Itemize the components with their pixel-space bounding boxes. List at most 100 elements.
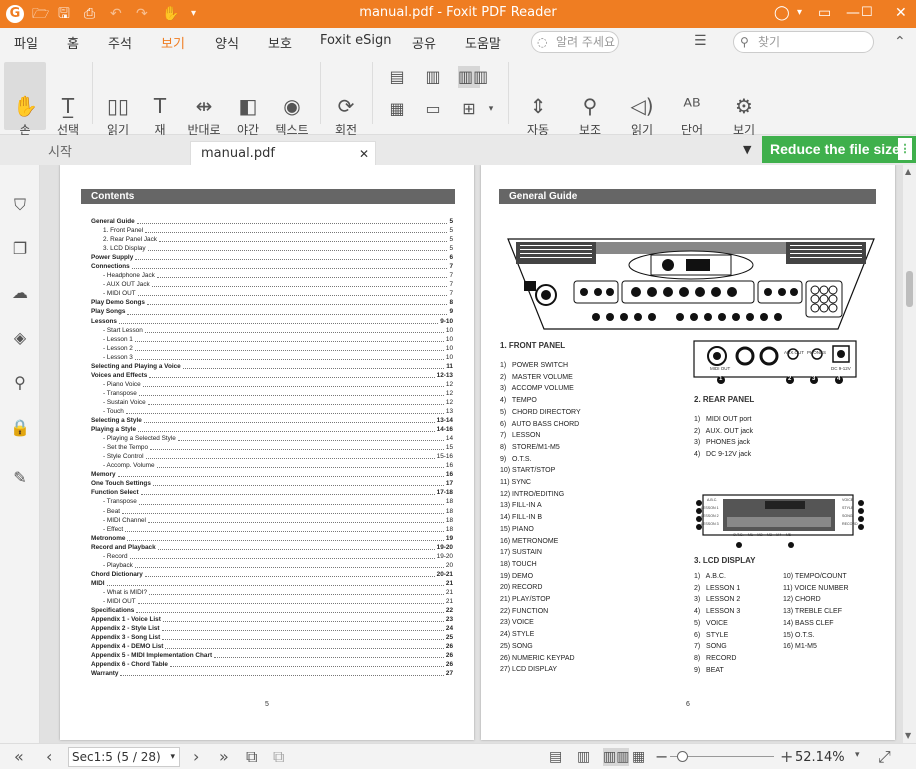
rear-panel-title: 2. REAR PANEL: [694, 395, 755, 404]
toc-entry: - Beat 18: [91, 507, 453, 516]
toc-entry: Appendix 6 - Chord Table 26: [91, 660, 453, 669]
reduce-file-size-banner[interactable]: Reduce the file size ⋮: [762, 136, 916, 163]
comments-icon[interactable]: ☁: [10, 283, 30, 303]
toc-entry: - What is MIDI? 21: [91, 588, 453, 597]
menu-help[interactable]: 도움말: [465, 33, 501, 52]
pages-icon[interactable]: ❐: [10, 239, 30, 259]
book-icon: ▯▯: [106, 94, 129, 118]
menu-file[interactable]: 파일: [14, 33, 38, 52]
split-view-dropdown-icon[interactable]: ▾: [480, 98, 502, 120]
continuous-facing-icon[interactable]: ▦: [386, 98, 408, 120]
night-mode-icon: ◧: [238, 94, 258, 118]
facing-page-icon[interactable]: ▥▥: [458, 66, 488, 88]
toc-leader-dots: [127, 307, 448, 315]
bookmark-icon[interactable]: ⛉: [10, 195, 30, 215]
status-single-page-icon[interactable]: ▤: [549, 748, 562, 766]
toc-entry: Appendix 4 - DEMO List 26: [91, 642, 453, 651]
split-view-icon[interactable]: ⊞: [458, 98, 480, 120]
front-panel-item: 3) ACCOMP VOLUME: [500, 385, 574, 393]
restore-ribbon-icon[interactable]: ▭: [818, 3, 831, 23]
zoom-slider-thumb[interactable]: [677, 751, 688, 762]
lcd-label-abc: A.B.C.: [707, 498, 718, 502]
menu-view[interactable]: 보기: [161, 33, 185, 58]
last-page-icon[interactable]: »: [219, 748, 229, 766]
zoom-in-icon[interactable]: +: [780, 748, 793, 766]
fullscreen-icon[interactable]: ⤢: [878, 748, 891, 766]
hand-icon: ✋: [13, 94, 38, 118]
account-dropdown-icon[interactable]: ▾: [797, 3, 802, 23]
menu-form[interactable]: 양식: [215, 33, 239, 52]
status-continuous-facing-icon[interactable]: ▦: [632, 748, 645, 766]
toc-entry-title: Record and Playback: [91, 543, 156, 551]
toc-leader-dots: [138, 425, 435, 433]
previous-page-icon[interactable]: ‹: [46, 748, 52, 766]
scrollbar-thumb[interactable]: [906, 271, 913, 307]
toc-entry-title: - Set the Tempo: [103, 444, 148, 452]
pdf-page-5: Contents General Guide 5 1. Front Panel 5 2.…: [60, 165, 474, 740]
menu-share[interactable]: 공유: [412, 33, 436, 52]
maximize-button[interactable]: ☐: [861, 3, 873, 23]
toc-entry: Function Select 17-18: [91, 488, 453, 497]
zoom-out-icon[interactable]: −: [655, 748, 668, 766]
menu-foxit-esign[interactable]: Foxit eSign: [320, 33, 391, 48]
toc-entry: Connections 7: [91, 262, 453, 271]
find-input[interactable]: ⚲ 찾기: [733, 31, 874, 53]
tell-me-input[interactable]: ◌ 알려 주세요: [531, 31, 619, 53]
minimize-button[interactable]: —: [846, 3, 860, 23]
toc-entry-title: Function Select: [91, 489, 139, 497]
first-page-icon[interactable]: «: [14, 748, 24, 766]
tab-start[interactable]: 시작: [38, 141, 188, 165]
toc-leader-dots: [169, 660, 444, 668]
toc-entry-page: 21: [445, 588, 453, 596]
hand-tool-button[interactable]: ✋손 도구: [4, 62, 46, 153]
toc-entry: 3. LCD Display 5: [91, 244, 453, 253]
previous-view-icon[interactable]: ⧉: [246, 748, 257, 766]
toc-entry-page: 24: [445, 625, 453, 633]
scroll-up-icon[interactable]: ▲: [905, 167, 911, 176]
cover-page-icon[interactable]: ▭: [422, 98, 444, 120]
toc-entry-page: 5: [449, 227, 453, 235]
toc-entry-page: 12-13: [436, 371, 453, 379]
search-options-icon[interactable]: ☰: [694, 33, 707, 49]
menu-comment[interactable]: 주석: [108, 33, 132, 52]
signature-icon[interactable]: ✎: [10, 468, 30, 488]
toc-entry: - Piano Voice 12: [91, 380, 453, 389]
page-dropdown-icon[interactable]: ▾: [170, 748, 175, 766]
front-panel-item: 23) VOICE: [500, 619, 534, 627]
front-panel-item: 22) FUNCTION: [500, 607, 549, 615]
reflow-icon: T: [153, 94, 167, 118]
toc-leader-dots: [125, 525, 444, 532]
single-page-icon[interactable]: ▤: [386, 66, 408, 88]
collapse-ribbon-icon[interactable]: ⌃: [894, 34, 906, 50]
toc-leader-dots: [146, 298, 448, 306]
zoom-dropdown-icon[interactable]: ▾: [855, 750, 860, 760]
tab-manual-pdf[interactable]: manual.pdf ✕: [190, 141, 376, 165]
menu-protect[interactable]: 보호: [268, 33, 292, 52]
search-icon: ⚲: [740, 35, 749, 49]
lcd-item: 8) RECORD: [694, 654, 737, 662]
scroll-down-icon[interactable]: ▼: [905, 731, 911, 740]
layers-icon[interactable]: ◈: [10, 328, 30, 348]
status-continuous-icon[interactable]: ▥: [577, 748, 590, 766]
page-number-input[interactable]: Sec1:5 (5 / 28) ▾: [68, 747, 180, 767]
close-window-button[interactable]: ✕: [895, 3, 907, 23]
next-page-icon[interactable]: ›: [193, 748, 199, 766]
document-view[interactable]: Contents General Guide 5 1. Front Panel 5 2.…: [40, 165, 903, 743]
zoom-level[interactable]: 52.14%: [795, 750, 845, 765]
rear-label-dc: DC 9-12V: [831, 366, 851, 371]
attachment-icon[interactable]: ⚲: [10, 373, 30, 393]
toc-entry-title: One Touch Settings: [91, 480, 151, 488]
contents-header: Contents: [81, 189, 455, 204]
security-icon[interactable]: 🔒: [10, 418, 30, 438]
menu-home[interactable]: 홈: [67, 33, 79, 52]
vertical-scrollbar[interactable]: ▲ ▼: [903, 165, 916, 743]
continuous-page-icon[interactable]: ▥: [422, 66, 444, 88]
status-bar: « ‹ Sec1:5 (5 / 28) ▾ › » ⧉ ⧉ ▤ ▥ ▥▥ ▦ −…: [0, 743, 916, 769]
toc-entry-page: 15-16: [436, 453, 453, 461]
front-panel-item: 12) INTRO/EDITING: [500, 490, 565, 498]
close-tab-icon[interactable]: ✕: [359, 142, 369, 166]
account-icon[interactable]: ◯: [774, 3, 790, 23]
tab-list-dropdown-icon[interactable]: ▼: [743, 143, 751, 156]
status-facing-icon[interactable]: ▥▥: [603, 748, 630, 766]
next-view-icon[interactable]: ⧉: [273, 748, 284, 766]
